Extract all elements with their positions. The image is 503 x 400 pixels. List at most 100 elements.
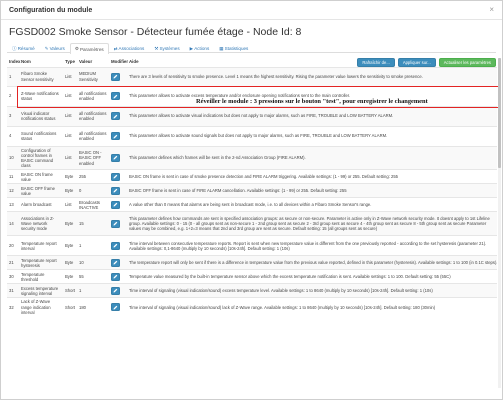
parameters-table: Index Nom Type Valeur Modifier Aide 1 Fib…: [7, 57, 497, 316]
row-modify: [109, 269, 127, 284]
row-help: This parameter allows to activate sound …: [127, 125, 497, 146]
pencil-icon: [113, 134, 118, 138]
row-name: Lack of Z-Wave range indication interval: [19, 297, 63, 316]
row-index: 13: [7, 197, 19, 212]
row-name: Sound notifications status: [19, 125, 63, 146]
tab-valeurs[interactable]: ✎ Valeurs: [40, 43, 70, 53]
row-name: BASIC ON frame value: [19, 169, 63, 184]
gear-icon: ⚙: [74, 46, 79, 51]
row-help: A value other than 0 means that alarms a…: [127, 197, 497, 212]
page-title: FGSD002 Smoke Sensor - Détecteur fumée é…: [9, 26, 302, 38]
row-type: Byte: [63, 211, 77, 236]
apply-on-label: Appliquer sur...: [402, 60, 431, 65]
row-name: Fibaro Smoke Sensor sensitivity: [19, 66, 63, 86]
row-modify: [109, 235, 127, 256]
row-type: List: [63, 197, 77, 212]
tab-label: Systèmes: [159, 46, 180, 51]
row-type: Short: [63, 297, 77, 316]
row-type: Byte: [63, 269, 77, 284]
row-index: 11: [7, 169, 19, 184]
config-modal: Configuration du module × FGSD002 Smoke …: [0, 0, 503, 400]
edit-button[interactable]: [111, 258, 120, 267]
table-row: 1 Fibaro Smoke Sensor sensitivity List MEDI…: [7, 66, 497, 86]
edit-button[interactable]: [111, 132, 120, 140]
row-modify: [109, 197, 127, 212]
row-value: 1: [77, 235, 109, 256]
apply-on-button[interactable]: Appliquer sur...: [397, 58, 436, 67]
edit-button[interactable]: [111, 241, 120, 250]
row-modify: [109, 85, 127, 106]
scrollbar[interactable]: [498, 58, 501, 388]
row-value: 55: [77, 269, 109, 284]
row-value: BASIC ON - BASIC OFF enabled: [77, 145, 109, 170]
pencil-icon: [113, 275, 118, 279]
row-value: 10: [77, 255, 109, 270]
row-type: List: [63, 125, 77, 146]
row-value: all notifications enabled: [77, 125, 109, 146]
play-icon: ▶: [189, 45, 194, 51]
row-help: This parameter defines which frames will…: [127, 145, 497, 170]
row-modify: [109, 297, 127, 316]
tab-actions[interactable]: ▶ Actions: [185, 43, 215, 53]
pencil-icon: [113, 114, 118, 118]
pencil-icon: [113, 203, 118, 207]
row-modify: [109, 183, 127, 198]
row-help: Temperature value measured by the built-…: [127, 269, 497, 284]
row-modify: [109, 169, 127, 184]
edit-button[interactable]: [111, 200, 120, 209]
row-type: List: [63, 66, 77, 86]
table-row: 4 Sound notifications status List all notif…: [7, 125, 497, 146]
modal-title: Configuration du module: [9, 6, 93, 14]
tab-label: Actions: [194, 46, 210, 51]
table-row: 14 Associations in Z-Wave network securit…: [7, 211, 497, 236]
row-modify: [109, 105, 127, 126]
tab-associations[interactable]: ⇄ Associations: [109, 43, 150, 53]
row-index: 31: [7, 283, 19, 298]
tab-statistiques[interactable]: ▦ Statistiques: [214, 43, 253, 53]
row-name: BASIC OFF frame value: [19, 183, 63, 198]
edit-button[interactable]: [111, 272, 120, 281]
edit-button[interactable]: [111, 92, 120, 100]
edit-button[interactable]: [111, 72, 120, 81]
row-help: This parameter defines how commands are …: [127, 211, 497, 236]
row-value: MEDIUM Sensitivity: [77, 66, 109, 86]
update-parameters-button[interactable]: Actualiser les paramètres: [438, 58, 496, 67]
tab-label: Valeurs: [49, 46, 65, 51]
row-type: List: [63, 85, 77, 106]
row-index: 3: [7, 105, 19, 126]
refresh-from-button[interactable]: Rafraîchir de...: [357, 58, 395, 67]
row-name: Temperature report hysteresis: [19, 255, 63, 270]
tab-label: Statistiques: [224, 46, 249, 51]
edit-button[interactable]: [111, 186, 120, 195]
table-row: 30 Temperature threshold Byte 55 Temperature…: [7, 269, 497, 284]
row-index: 1: [7, 66, 19, 86]
column-header-type: Type: [65, 59, 75, 65]
row-help: Time interval of signaling (visual indic…: [127, 297, 497, 316]
row-help: This parameter allows to activate visual…: [127, 105, 497, 126]
table-row: 3 Visual indicator notifications status Li…: [7, 105, 497, 126]
tab-label: Résumé: [17, 46, 35, 51]
table-row: 11 BASIC ON frame value Byte 255 BASIC ON fr…: [7, 169, 497, 184]
pencil-icon: ✎: [44, 45, 49, 51]
row-type: Byte: [63, 169, 77, 184]
pencil-icon: [113, 156, 118, 160]
close-icon[interactable]: ×: [489, 6, 494, 14]
info-icon: ⓘ: [12, 45, 17, 51]
column-header-value: Valeur: [79, 59, 93, 65]
edit-button[interactable]: [111, 172, 120, 181]
tab-resume[interactable]: ⓘ Résumé: [7, 43, 40, 53]
edit-button[interactable]: [111, 112, 120, 120]
table-row: 20 Temperature report interval Byte 1 Time i…: [7, 235, 497, 256]
row-type: Byte: [63, 183, 77, 198]
edit-button[interactable]: [111, 286, 120, 295]
row-type: Short: [63, 283, 77, 298]
tab-parametres[interactable]: ⚙ Paramètres: [69, 43, 109, 54]
edit-button[interactable]: [111, 303, 120, 312]
tab-systemes[interactable]: ⚒ Systèmes: [149, 43, 184, 53]
edit-button[interactable]: [111, 219, 120, 228]
scrollbar-thumb[interactable]: [498, 58, 501, 168]
edit-button[interactable]: [111, 153, 120, 162]
pencil-icon: [113, 189, 118, 193]
row-index: 21: [7, 255, 19, 270]
row-value: 255: [77, 169, 109, 184]
